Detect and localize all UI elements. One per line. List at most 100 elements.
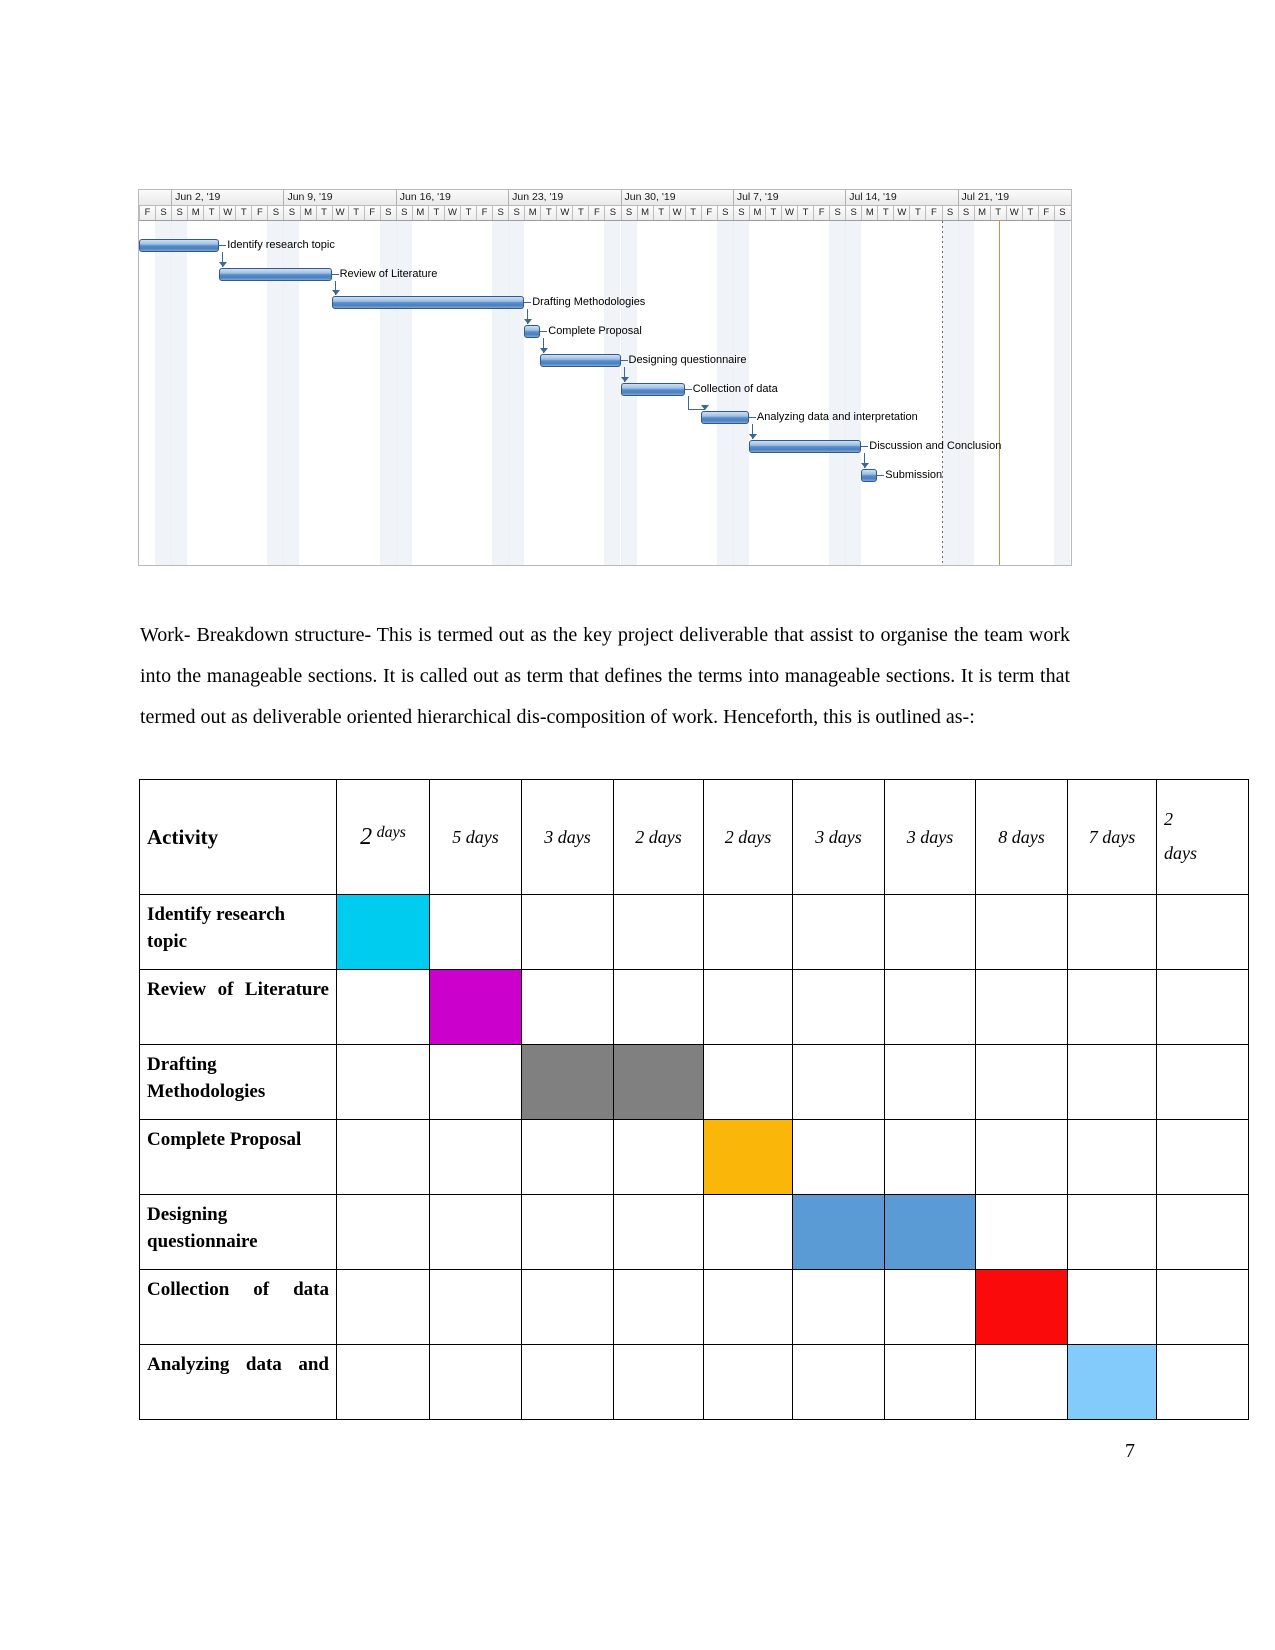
gantt-today-line bbox=[941, 221, 943, 565]
schedule-cell bbox=[336, 1344, 430, 1420]
gantt-day-cell: S bbox=[957, 206, 974, 220]
schedule-cell bbox=[1156, 1044, 1249, 1120]
gantt-label-stub bbox=[861, 445, 869, 447]
gantt-label-stub bbox=[748, 417, 756, 419]
schedule-cell-filled bbox=[703, 1119, 793, 1195]
table-header-row: Activity 2 days 5 days 3 days 2 days 2 days 3 … bbox=[139, 779, 1249, 895]
schedule-cell bbox=[792, 969, 885, 1045]
schedule-cell bbox=[975, 1194, 1068, 1270]
column-header-duration: 2 days bbox=[1156, 779, 1249, 895]
gantt-week-label: Jul 7, '19 bbox=[732, 190, 845, 205]
gantt-day-cell: T bbox=[1021, 206, 1038, 220]
schedule-cell bbox=[521, 894, 614, 970]
gantt-dependency-arrow-icon bbox=[748, 433, 757, 439]
gantt-day-cell: F bbox=[700, 206, 717, 220]
gantt-label-stub bbox=[684, 388, 692, 390]
gantt-day-cell: T bbox=[203, 206, 219, 220]
gantt-task-label: Review of Literature bbox=[339, 267, 438, 280]
wbs-table: Activity 2 days 5 days 3 days 2 days 2 days 3 … bbox=[139, 779, 1249, 1420]
gantt-day-cell: W bbox=[443, 206, 460, 220]
gantt-body: Identify research topic Review of Literat… bbox=[139, 221, 1071, 565]
gantt-week-label: Jul 21, '19 bbox=[957, 190, 1070, 205]
gantt-task-bar[interactable] bbox=[700, 411, 749, 425]
gantt-chart: Jun 2, '19 Jun 9, '19 Jun 16, '19 Jun 23, '… bbox=[138, 189, 1072, 566]
wbs-paragraph: Work- Breakdown structure- This is terme… bbox=[140, 624, 1070, 728]
gantt-day-cell: T bbox=[540, 206, 556, 220]
gantt-task-bar[interactable] bbox=[748, 439, 862, 453]
gantt-day-cell: S bbox=[492, 206, 508, 220]
schedule-cell bbox=[975, 1344, 1068, 1420]
gantt-task-bar[interactable] bbox=[620, 382, 685, 396]
gantt-label-stub bbox=[540, 331, 548, 333]
schedule-cell bbox=[613, 1344, 704, 1420]
activity-name-cell: Identify research topic bbox=[139, 894, 337, 970]
schedule-cell-filled bbox=[884, 1194, 976, 1270]
gantt-week-label: Jul 14, '19 bbox=[845, 190, 957, 205]
table-row: Collection of data bbox=[139, 1269, 1249, 1345]
gantt-task-bar[interactable] bbox=[331, 296, 525, 310]
gantt-task-bar[interactable] bbox=[219, 267, 332, 281]
gantt-day-cell: S bbox=[941, 206, 958, 220]
gantt-week-label: Jun 23, '19 bbox=[508, 190, 620, 205]
schedule-cell bbox=[429, 1344, 522, 1420]
gantt-day-cell: T bbox=[989, 206, 1006, 220]
gantt-day-cell: W bbox=[331, 206, 348, 220]
schedule-cell bbox=[884, 1269, 976, 1345]
schedule-cell bbox=[884, 969, 976, 1045]
gantt-gridline bbox=[957, 221, 959, 565]
gantt-label-stub bbox=[524, 302, 532, 304]
schedule-cell bbox=[613, 969, 704, 1045]
gantt-day-cell: T bbox=[347, 206, 364, 220]
gantt-day-cell: W bbox=[668, 206, 685, 220]
gantt-day-cell: F bbox=[813, 206, 829, 220]
gantt-day-cell: S bbox=[732, 206, 749, 220]
gantt-weekend-band bbox=[508, 221, 525, 565]
gantt-day-cell: W bbox=[219, 206, 235, 220]
gantt-day-cell: T bbox=[315, 206, 332, 220]
schedule-cell bbox=[703, 1194, 793, 1270]
gantt-day-cell: S bbox=[267, 206, 283, 220]
gantt-day-cell: S bbox=[379, 206, 396, 220]
gantt-day-cell: S bbox=[171, 206, 187, 220]
gantt-day-cell: M bbox=[187, 206, 203, 220]
gantt-dependency-arrow-icon bbox=[331, 290, 340, 296]
schedule-cell bbox=[521, 1119, 614, 1195]
gantt-task-label: Designing questionnaire bbox=[628, 353, 747, 366]
schedule-cell bbox=[975, 1044, 1068, 1120]
gantt-weekend-band bbox=[155, 221, 172, 565]
gantt-task-bar[interactable] bbox=[524, 325, 541, 339]
gantt-day-cell: M bbox=[299, 206, 316, 220]
page-number: 7 bbox=[1125, 1440, 1135, 1462]
gantt-day-cell: F bbox=[588, 206, 604, 220]
gantt-task-bar[interactable] bbox=[540, 353, 621, 367]
schedule-cell bbox=[429, 894, 522, 970]
gantt-day-cell: S bbox=[155, 206, 171, 220]
gantt-day-cell: T bbox=[797, 206, 813, 220]
table-row: Analyzing data and bbox=[139, 1344, 1249, 1420]
column-header-duration: 2 days bbox=[703, 779, 793, 895]
schedule-cell bbox=[1156, 969, 1249, 1045]
gantt-day-cell: S bbox=[620, 206, 637, 220]
column-header-duration: 3 days bbox=[521, 779, 614, 895]
gantt-task-bar[interactable] bbox=[139, 239, 220, 252]
column-header-duration: 2 days bbox=[336, 779, 430, 895]
gantt-task-bar[interactable] bbox=[861, 468, 878, 482]
gantt-gridline bbox=[845, 221, 847, 565]
schedule-cell-filled bbox=[336, 894, 430, 970]
gantt-day-cell: S bbox=[1053, 206, 1070, 220]
gantt-day-cell: T bbox=[235, 206, 251, 220]
gantt-week-label: Jun 2, '19 bbox=[171, 190, 283, 205]
schedule-cell bbox=[336, 1119, 430, 1195]
gantt-weekend-band bbox=[492, 221, 509, 565]
gantt-weekend-band bbox=[171, 221, 188, 565]
gantt-dependency-arrow-icon bbox=[540, 347, 549, 353]
gantt-timeline-header: Jun 2, '19 Jun 9, '19 Jun 16, '19 Jun 23, '… bbox=[139, 190, 1071, 221]
schedule-cell-filled bbox=[613, 1044, 704, 1120]
schedule-cell bbox=[1067, 969, 1157, 1045]
gantt-task-label: Identify research topic bbox=[227, 239, 335, 251]
gantt-day-cell: T bbox=[684, 206, 701, 220]
schedule-cell bbox=[429, 1044, 522, 1120]
schedule-cell bbox=[613, 894, 704, 970]
table-row: Complete Proposal bbox=[139, 1119, 1249, 1195]
gantt-weekend-band bbox=[604, 221, 621, 565]
